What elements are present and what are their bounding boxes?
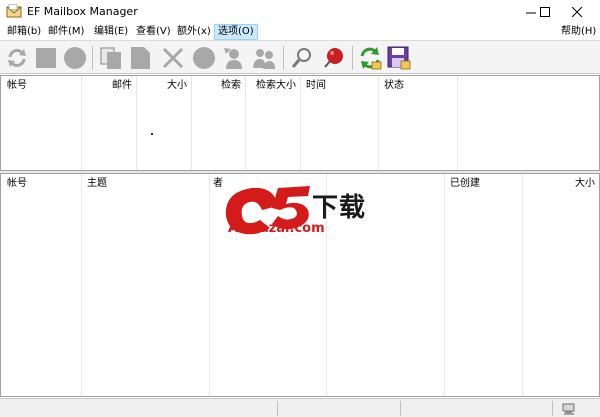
column-header-status[interactable]: 状态 — [378, 76, 457, 96]
save-button[interactable] — [387, 46, 411, 70]
column-header-account[interactable]: 帐号 — [1, 76, 81, 96]
stop-button[interactable] — [34, 46, 58, 70]
column-header-size[interactable]: 大小 — [522, 174, 599, 194]
menu-mailbox[interactable]: 邮箱(b) — [4, 24, 44, 40]
stop-square-icon — [36, 48, 56, 68]
copy-pages-icon — [100, 47, 121, 69]
title-bar[interactable]: EF Mailbox Manager — [0, 0, 600, 24]
pin-button[interactable] — [321, 46, 345, 70]
menu-edit[interactable]: 编辑(E) — [91, 24, 131, 40]
menu-extra[interactable]: 额外(x) — [174, 24, 214, 40]
menu-mail[interactable]: 邮件(M) — [45, 24, 87, 40]
column-header-retrieve[interactable]: 检索 — [191, 76, 245, 96]
mailbox-list[interactable]: 帐号 邮件 大小 检索 检索大小 时间 状态 — [0, 75, 600, 171]
sync-button[interactable] — [358, 46, 382, 70]
group-icon — [253, 49, 275, 69]
refresh-button[interactable] — [5, 46, 29, 70]
menu-options[interactable]: 选项(O) — [214, 24, 258, 40]
user-button[interactable] — [222, 46, 246, 70]
copy-button[interactable] — [99, 46, 123, 70]
sync-arrows-icon — [360, 47, 382, 70]
save-disk-icon — [387, 46, 411, 70]
envelope-icon — [6, 4, 22, 18]
circle-button[interactable] — [192, 46, 216, 70]
column-header-time[interactable]: 时间 — [300, 76, 378, 96]
pin-icon — [324, 48, 343, 68]
column-header-subject[interactable]: 主题 — [81, 174, 209, 194]
column-header-mails[interactable]: 邮件 — [81, 76, 136, 96]
document-icon — [131, 47, 150, 69]
user-icon — [224, 48, 242, 69]
document-button[interactable] — [128, 46, 152, 70]
search-magnifier-icon — [291, 48, 311, 68]
watermark-cn-text: 下载 — [312, 193, 367, 223]
toolbar — [0, 40, 600, 74]
menu-help[interactable]: 帮助(H) — [558, 24, 599, 40]
delete-button[interactable] — [161, 46, 185, 70]
search-button[interactable] — [290, 46, 314, 70]
watermark-url: A5xiazai.com — [228, 221, 325, 236]
delete-x-icon — [162, 47, 184, 69]
refresh-icon — [8, 49, 26, 67]
menu-view[interactable]: 查看(V) — [133, 24, 174, 40]
close-button[interactable] — [554, 0, 600, 24]
window-title: EF Mailbox Manager — [27, 5, 138, 18]
menu-bar: 邮箱(b) 邮件(M) 编辑(E) 查看(V) 额外(x) 选项(O) 帮助(H… — [0, 24, 600, 40]
column-header-created[interactable]: 已创建 — [444, 174, 522, 194]
list-marker — [151, 133, 153, 135]
column-header-account[interactable]: 帐号 — [1, 174, 81, 194]
network-status-icon — [562, 403, 575, 415]
close-icon — [571, 7, 583, 17]
toolbar-separator — [283, 46, 284, 70]
circle-icon — [193, 47, 215, 69]
status-bar — [0, 398, 600, 417]
column-header-size[interactable]: 大小 — [136, 76, 191, 96]
record-button[interactable] — [63, 46, 87, 70]
toolbar-separator — [352, 46, 353, 70]
maximize-icon — [540, 7, 550, 17]
column-header-retrieve-size[interactable]: 检索大小 — [245, 76, 300, 96]
toolbar-separator — [92, 46, 93, 70]
group-button[interactable] — [252, 46, 276, 70]
record-circle-icon — [64, 47, 86, 69]
